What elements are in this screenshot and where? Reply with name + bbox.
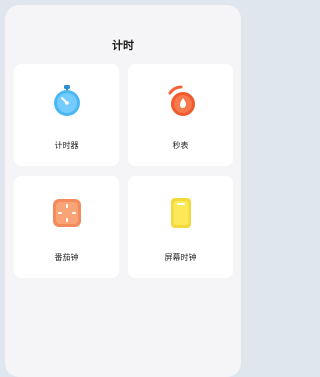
stopwatch-icon (164, 84, 198, 118)
screen-clock-label: 屏幕时钟 (164, 253, 197, 262)
screen-clock-icon (164, 196, 198, 230)
page-title: 计时 (112, 39, 134, 52)
timer-icon (50, 84, 84, 118)
pomodoro-label: 番茄钟 (54, 253, 79, 262)
timer-label: 计时器 (54, 141, 79, 150)
stopwatch-tile[interactable]: 秒表 (128, 64, 233, 166)
tools-panel: 计时 计时器 秒表 番茄钟 屏幕时钟 (5, 5, 241, 377)
screen-clock-tile[interactable]: 屏幕时钟 (128, 176, 233, 278)
timer-tile[interactable]: 计时器 (14, 64, 119, 166)
stopwatch-label: 秒表 (172, 141, 189, 150)
pomodoro-tile[interactable]: 番茄钟 (14, 176, 119, 278)
pomodoro-icon (50, 196, 84, 230)
